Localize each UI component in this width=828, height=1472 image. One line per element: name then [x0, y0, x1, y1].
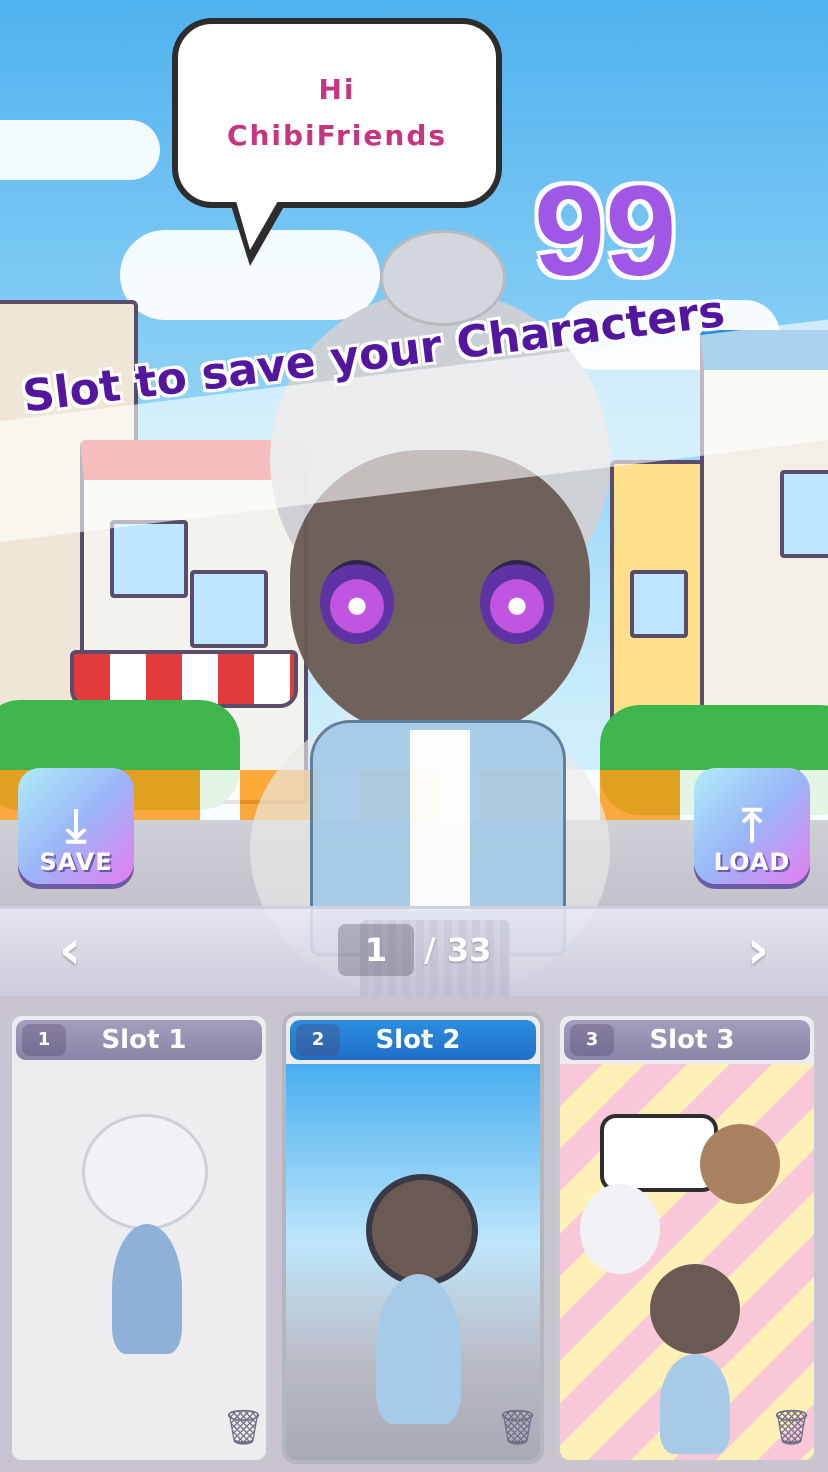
load-button[interactable]: ⤒ LOAD [694, 768, 810, 884]
thumbnail-character-body [376, 1274, 461, 1424]
load-button-label: LOAD [713, 848, 791, 876]
slot-thumbnail [560, 1064, 814, 1460]
slot-number: 1 [22, 1024, 66, 1056]
slot-title: Slot 1 [101, 1025, 187, 1055]
save-button[interactable]: ⤓ SAVE [18, 768, 134, 884]
slot-title: Slot 3 [649, 1025, 735, 1055]
slot-number: 2 [296, 1024, 340, 1056]
download-icon: ⤓ [65, 798, 87, 852]
trash-icon[interactable]: 🗑 [496, 1408, 539, 1448]
slot-card-1[interactable]: 1 Slot 1 🗑 [8, 1012, 270, 1464]
slot-count-number: 99 [534, 160, 677, 303]
slot-number: 3 [570, 1024, 614, 1056]
slot-card-2[interactable]: 2 Slot 2 🗑 [282, 1012, 544, 1464]
thumbnail-character-head [700, 1124, 780, 1204]
character-eye-right [480, 560, 554, 644]
speech-bubble-line-2: ChibiFriends [226, 119, 448, 152]
thumbnail-character-head [580, 1184, 660, 1274]
character-eye-left [320, 560, 394, 644]
thumbnail-character-head [366, 1174, 478, 1286]
save-button-label: SAVE [39, 848, 113, 876]
upload-icon: ⤒ [741, 798, 763, 852]
thumbnail-character-head [82, 1114, 208, 1230]
pagination-bar [0, 906, 828, 999]
speech-bubble[interactable]: Hi ChibiFriends [172, 18, 502, 208]
slot-card-3[interactable]: 3 Slot 3 🗑 [556, 1012, 818, 1464]
window [630, 570, 688, 638]
slot-thumbnail [12, 1064, 266, 1460]
slot-thumbnail [286, 1064, 540, 1460]
window [110, 520, 188, 598]
cloud [0, 120, 160, 180]
slot-header: 2 Slot 2 [290, 1020, 536, 1060]
window [780, 470, 828, 558]
trash-icon[interactable]: 🗑 [222, 1408, 265, 1448]
current-page[interactable]: 1 [338, 924, 414, 976]
slot-header: 1 Slot 1 [16, 1020, 262, 1060]
white-shirt [410, 730, 470, 910]
slot-title: Slot 2 [375, 1025, 461, 1055]
thumbnail-character-body [112, 1224, 182, 1354]
slot-header: 3 Slot 3 [564, 1020, 810, 1060]
chevron-left-icon[interactable]: ‹ [40, 920, 100, 980]
thumbnail-character-body [660, 1354, 730, 1454]
trash-icon[interactable]: 🗑 [770, 1408, 813, 1448]
speech-bubble-tail-fill [234, 194, 282, 250]
hair-bun [380, 230, 506, 326]
total-pages: / 33 [424, 931, 492, 969]
chevron-right-icon[interactable]: › [728, 920, 788, 980]
thumbnail-character-head [650, 1264, 740, 1354]
speech-bubble-line-1: Hi [318, 73, 356, 106]
